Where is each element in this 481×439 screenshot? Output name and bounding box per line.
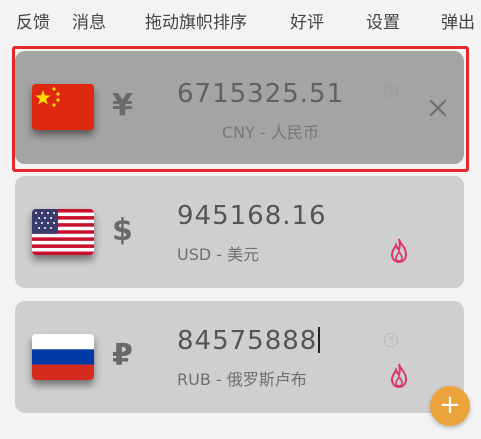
add-currency-button[interactable]: + — [430, 386, 470, 426]
menu-settings[interactable]: 设置 — [366, 8, 400, 33]
currency-caption: USD - 美元 — [177, 245, 260, 264]
currency-card-cny[interactable]: ¥ 6715325.51 CNY - 人民币 × — [15, 51, 464, 164]
currency-card-rub[interactable]: ₽ 84575888 RUB - 俄罗斯卢布 × — [15, 301, 464, 413]
usa-flag-icon[interactable] — [32, 209, 94, 255]
currency-symbol: ₽ — [112, 338, 133, 373]
menu-eject[interactable]: 弹出 — [441, 8, 475, 33]
currency-symbol: ¥ — [112, 88, 133, 123]
plus-icon: + — [439, 390, 461, 420]
menu-rate[interactable]: 好评 — [290, 8, 324, 33]
amount-input[interactable]: 84575888 — [177, 326, 320, 356]
clear-icon[interactable]: × — [384, 84, 398, 98]
text-caret — [318, 327, 320, 353]
amount-input[interactable]: 6715325.51 — [177, 79, 344, 109]
amount-input[interactable]: 945168.16 — [177, 201, 327, 231]
top-menu-bar: 反馈 消息 拖动旗帜排序 好评 设置 弹出 — [0, 0, 481, 40]
fire-icon — [390, 238, 408, 264]
currency-caption: RUB - 俄罗斯卢布 — [177, 370, 307, 389]
clear-icon[interactable]: × — [384, 333, 398, 347]
china-flag-icon[interactable] — [32, 84, 94, 130]
russia-flag-icon[interactable] — [32, 334, 94, 380]
delete-card-icon[interactable] — [429, 99, 447, 117]
fire-icon — [390, 363, 408, 389]
currency-symbol: $ — [112, 213, 133, 248]
menu-feedback[interactable]: 反馈 — [16, 8, 50, 33]
currency-caption: CNY - 人民币 — [222, 123, 319, 142]
currency-card-usd[interactable]: $ 945168.16 USD - 美元 — [15, 176, 464, 288]
menu-messages[interactable]: 消息 — [72, 8, 106, 33]
menu-sort-flags[interactable]: 拖动旗帜排序 — [145, 8, 247, 33]
